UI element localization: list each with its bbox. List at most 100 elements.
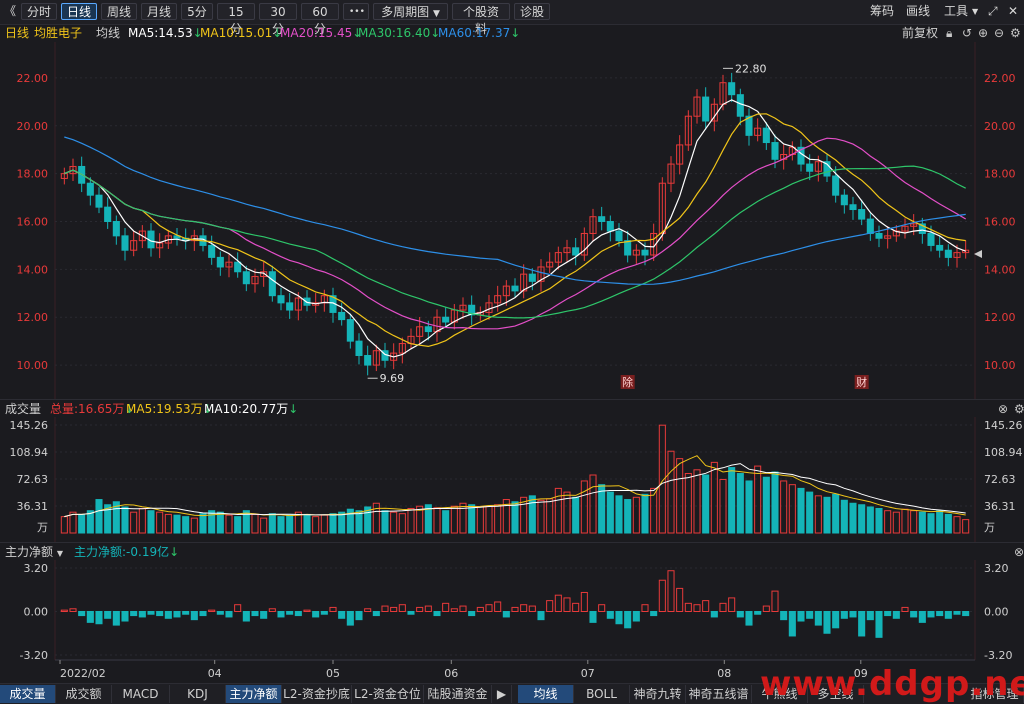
flow-bar [554,594,562,612]
candle [736,94,744,117]
tab-period-1min[interactable]: 分时 [21,3,57,20]
tools-button[interactable]: 工具 [944,3,968,20]
volume-label[interactable]: 成交量 [5,400,41,418]
tab-period-30min[interactable]: 30分 [259,3,297,36]
flow-bar [962,611,970,617]
volume-bar [450,505,458,534]
flow-bar [407,611,415,615]
tab-period-monthly[interactable]: 月线 [141,3,177,20]
chevron-down-icon[interactable]: ▼ [972,3,978,20]
volume-bar [702,474,710,534]
ma60-line [64,136,966,285]
lock-icon[interactable]: 🔒︎ [946,24,952,42]
flow-bar [676,587,684,612]
stock-name[interactable]: 均胜电子 [34,24,82,42]
tab-volume[interactable]: 成交量 [0,685,56,703]
x-tick-label: 06 [444,667,458,680]
candle [511,285,519,292]
tab-hk-connect[interactable]: 陆股通资金 [424,685,492,703]
stock-info-button[interactable]: 个股资料 [452,3,510,36]
tab-l2-bottom[interactable]: L2-资金抄底 [282,685,352,703]
y-tick-label: 108.94 [984,446,1023,459]
tab-turnover[interactable]: 成交额 [56,685,112,703]
volume-bar [494,504,502,534]
undo-icon[interactable]: ↺ [962,24,972,42]
zoom-in-icon[interactable]: ⊕ [978,24,988,42]
flow-bar [338,611,346,619]
back-icon[interactable]: 《 [4,3,16,20]
settings-icon[interactable]: ⚙ [1010,24,1021,42]
tab-magic-nine[interactable]: 神奇九转 [630,685,686,703]
flow-bar [78,611,86,617]
flow-bar [814,611,822,626]
tab-ma[interactable]: 均线 [518,685,574,703]
tab-period-weekly[interactable]: 周线 [101,3,137,20]
expand-icon[interactable]: ⤢ [988,3,998,20]
volume-bar [754,465,762,534]
candle [858,209,866,220]
tab-period-daily[interactable]: 日线 [61,3,97,20]
tab-period-15min[interactable]: 15分 [217,3,255,36]
tab-macd[interactable]: MACD [112,685,170,703]
volume-bar [260,517,268,534]
flow-bar [277,611,285,618]
volume-bar [788,484,796,534]
ma10-value: MA10:15.01↓ [200,26,283,40]
y-tick-label: 36.31 [17,500,49,513]
diagnose-button[interactable]: 诊股 [514,3,550,20]
volume-bar [208,510,216,534]
watermark: www.ddgp.net [760,664,1024,704]
draw-line-button[interactable]: 画线 [906,3,930,20]
flow-bar [719,602,727,612]
tab-period-5min[interactable]: 5分 [181,3,213,20]
multi-period-dropdown[interactable]: 多周期图 ▼ [373,3,448,20]
ma-label[interactable]: 均线 [96,24,120,42]
y-tick-label: 18.00 [17,168,49,181]
flow-bar [442,602,450,612]
tab-magic-five[interactable]: 神奇五线谱 [686,685,752,703]
flow-bar [147,611,155,615]
volume-bar [589,474,597,534]
volume-bar [901,508,909,534]
close-icon[interactable]: ⊗ [998,400,1008,418]
volume-bar [944,513,952,534]
flow-bar [875,611,883,638]
y-tick-label: 145.26 [10,419,49,432]
volume-bar [780,480,788,534]
tab-kdj[interactable]: KDJ [170,685,226,703]
tab-boll[interactable]: BOLL [574,685,630,703]
chips-button[interactable]: 筹码 [870,3,894,20]
close-icon[interactable]: ⊗ [1014,543,1024,561]
volume-bar [736,473,744,534]
flow-bar [130,611,138,617]
zoom-out-icon[interactable]: ⊖ [994,24,1004,42]
flow-bar [806,611,814,619]
settings-icon[interactable]: ⚙ [1014,400,1024,418]
volume-chart[interactable]: 145.26 145.26 108.94 108.94 72.63 72.63 36.31 3… [0,417,1024,542]
flow-bar [918,611,926,623]
candle [927,232,935,246]
chevron-right-icon[interactable]: ▶ [492,685,512,703]
close-icon[interactable]: ✕ [1008,3,1018,20]
volume-bar [797,487,805,534]
volume-bar [511,501,519,534]
tab-period-60min[interactable]: 60分 [301,3,339,36]
tab-l2-position[interactable]: L2-资金仓位 [352,685,424,703]
period-label: 日线 [5,26,30,40]
flow-bar [693,604,701,612]
kline-chart[interactable]: 22.00 20.00 18.00 16.00 14.00 12.00 10.00 22.0… [0,42,1024,399]
y-tick-label: 0.00 [984,606,1009,619]
low-label: 9.69 [380,372,405,385]
flow-bar [468,611,476,617]
y-tick-label: 万 [984,521,995,534]
adjust-button[interactable]: 前复权 [902,24,938,42]
flow-bar [424,605,432,612]
volume-bar [130,511,138,534]
tab-main-flow[interactable]: 主力净额 [226,685,282,703]
ma20-value: MA20:15.45↓ [280,26,363,40]
volume-bar [459,502,467,534]
more-button[interactable]: ••• [343,3,369,20]
flow-bar [286,611,294,615]
volume-bar [606,491,614,534]
volume-bar [537,499,545,534]
